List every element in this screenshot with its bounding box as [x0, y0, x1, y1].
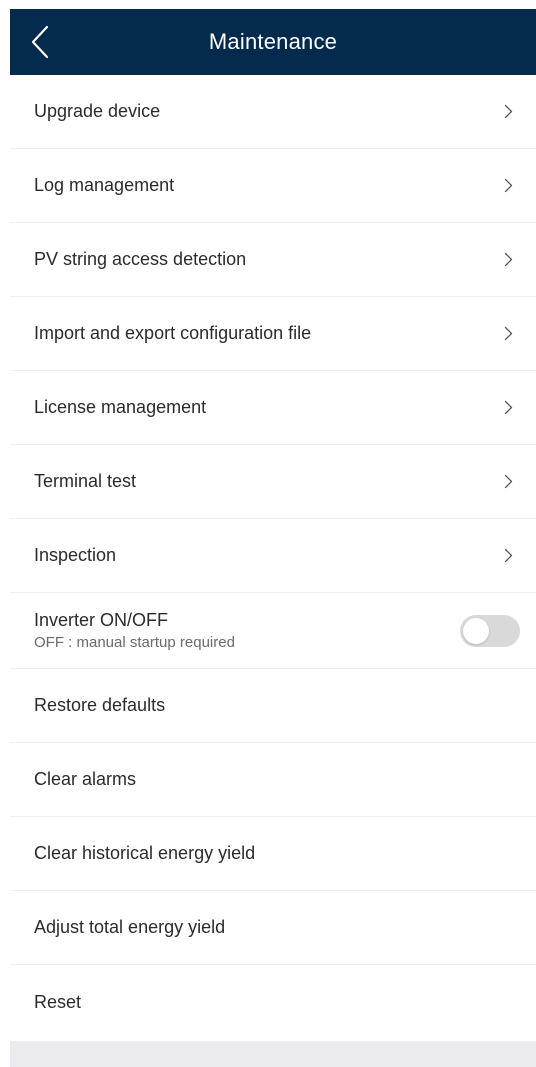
bottom-spacer	[10, 1041, 536, 1067]
menu-item-reset[interactable]: Reset	[10, 965, 536, 1039]
inverter-on-off-row: Inverter ON/OFF OFF : manual startup req…	[10, 593, 536, 669]
chevron-right-icon	[502, 400, 514, 416]
menu-item-restore-defaults[interactable]: Restore defaults	[10, 669, 536, 743]
menu-item-label: Clear historical energy yield	[34, 843, 256, 863]
maintenance-screen: Maintenance Upgrade device Log managemen…	[10, 9, 536, 1067]
menu-item-adjust-total-energy-yield[interactable]: Adjust total energy yield	[10, 891, 536, 965]
inverter-label: Inverter ON/OFF	[34, 609, 169, 630]
menu-item-label: Reset	[34, 991, 82, 1012]
menu-item-label: Terminal test	[34, 471, 137, 491]
menu-item-inspection[interactable]: Inspection	[10, 519, 536, 593]
menu-item-clear-alarms[interactable]: Clear alarms	[10, 743, 536, 817]
menu-item-label: Log management	[34, 175, 175, 195]
menu-item-label: Adjust total energy yield	[34, 917, 226, 937]
menu-item-label: PV string access detection	[34, 249, 247, 269]
menu-item-terminal-test[interactable]: Terminal test	[10, 445, 536, 519]
toggle-knob	[463, 617, 489, 644]
menu-item-label: Import and export configuration file	[34, 323, 312, 343]
menu-item-import-export-config[interactable]: Import and export configuration file	[10, 297, 536, 371]
chevron-right-icon	[502, 104, 514, 120]
app-header: Maintenance	[10, 9, 536, 75]
menu-item-label: License management	[34, 397, 207, 417]
chevron-right-icon	[502, 474, 514, 490]
menu-item-pv-string-access-detection[interactable]: PV string access detection	[10, 223, 536, 297]
chevron-right-icon	[502, 252, 514, 268]
inverter-text: Inverter ON/OFF OFF : manual startup req…	[34, 609, 460, 653]
menu-item-label: Clear alarms	[34, 769, 137, 789]
chevron-left-icon	[31, 25, 49, 59]
menu-item-label: Inspection	[34, 545, 117, 565]
chevron-right-icon	[502, 326, 514, 342]
chevron-right-icon	[502, 548, 514, 564]
chevron-right-icon	[502, 178, 514, 194]
menu-item-label: Upgrade device	[34, 101, 161, 121]
menu-item-label: Restore defaults	[34, 695, 166, 715]
menu-item-upgrade-device[interactable]: Upgrade device	[10, 75, 536, 149]
page-title: Maintenance	[208, 29, 338, 54]
inverter-toggle[interactable]	[460, 614, 520, 647]
back-button[interactable]	[22, 20, 58, 64]
maintenance-menu: Upgrade device Log management PV string …	[10, 75, 536, 1039]
menu-item-license-management[interactable]: License management	[10, 371, 536, 445]
menu-item-log-management[interactable]: Log management	[10, 149, 536, 223]
inverter-status: OFF : manual startup required	[34, 633, 235, 651]
menu-item-clear-historical-energy-yield[interactable]: Clear historical energy yield	[10, 817, 536, 891]
